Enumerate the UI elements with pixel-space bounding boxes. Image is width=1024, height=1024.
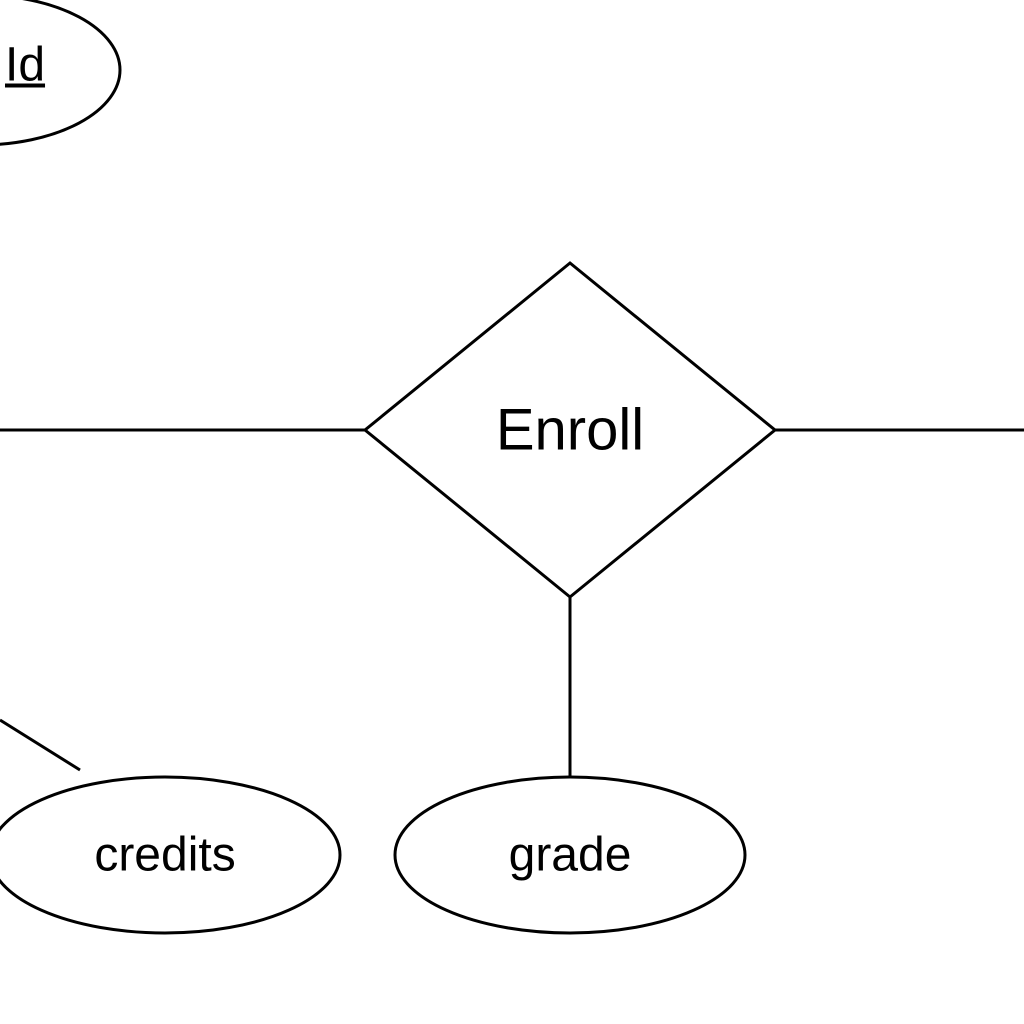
attribute-id-label: Id	[5, 38, 45, 93]
relationship-enroll-label: Enroll	[496, 397, 644, 464]
attribute-grade-label: grade	[509, 828, 632, 883]
connector-credits-hint	[0, 720, 80, 770]
attribute-credits-label: credits	[94, 828, 235, 883]
